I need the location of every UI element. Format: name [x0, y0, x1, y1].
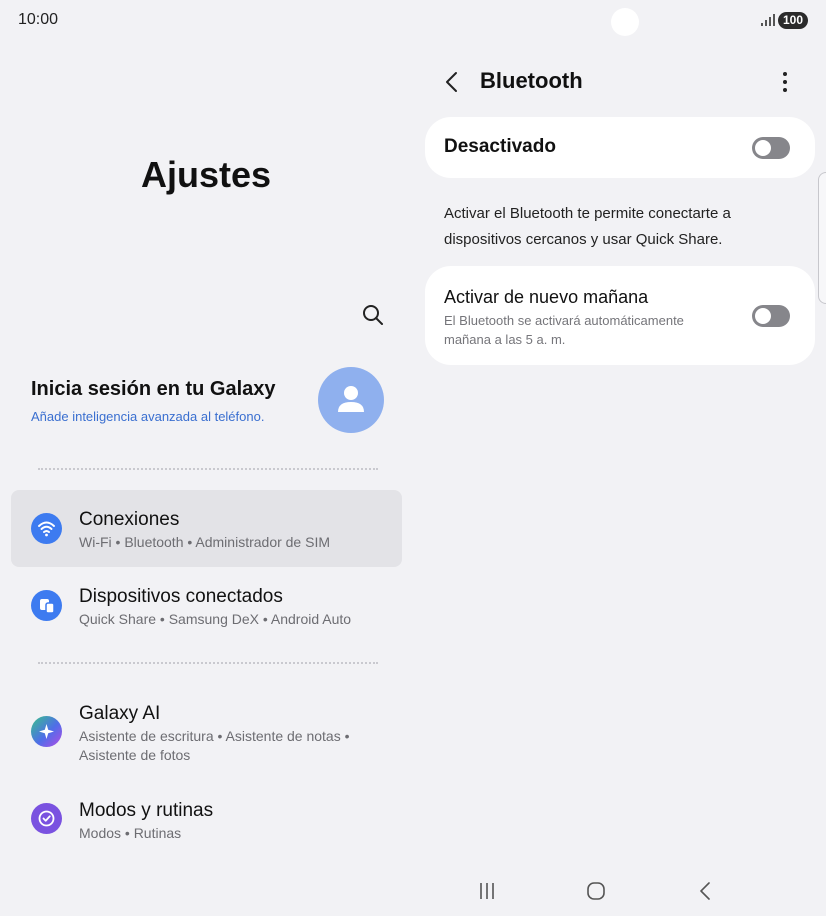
more-options-icon[interactable] — [772, 68, 798, 96]
bluetooth-status-label: Desactivado — [444, 136, 556, 157]
menu-item-title: Modos y rutinas — [79, 800, 214, 821]
search-icon[interactable] — [358, 300, 388, 330]
signal-icon — [761, 14, 775, 26]
edge-panel-handle[interactable] — [818, 172, 826, 304]
home-icon[interactable] — [582, 878, 610, 904]
menu-item-title: Conexiones — [79, 509, 180, 530]
devices-icon — [31, 590, 62, 621]
menu-item-subtitle: Wi-Fi • Bluetooth • Administrador de SIM — [79, 534, 331, 550]
menu-item-galaxy-ai[interactable]: Galaxy AI Asistente de escritura • Asist… — [11, 684, 402, 774]
account-title[interactable]: Inicia sesión en tu Galaxy — [31, 378, 276, 401]
menu-item-modes-routines[interactable]: Modos y rutinas Modos • Rutinas — [11, 782, 402, 852]
bluetooth-master-switch-card[interactable]: Desactivado — [425, 117, 815, 178]
bluetooth-toggle[interactable] — [752, 137, 790, 159]
divider — [38, 662, 378, 664]
account-subtitle: Añade inteligencia avanzada al teléfono. — [31, 409, 265, 424]
page-title: Ajustes — [140, 154, 272, 195]
recent-apps-icon[interactable] — [473, 878, 501, 904]
menu-item-subtitle: Modos • Rutinas — [79, 825, 182, 841]
reactivate-toggle[interactable] — [752, 305, 790, 327]
menu-item-title: Galaxy AI — [79, 703, 161, 724]
back-icon[interactable] — [438, 68, 466, 96]
bluetooth-title: Bluetooth — [480, 68, 583, 93]
toggle-knob — [755, 308, 771, 324]
divider — [38, 468, 378, 470]
menu-item-connected-devices[interactable]: Dispositivos conectados Quick Share • Sa… — [11, 568, 402, 643]
status-time: 10:00 — [18, 11, 59, 28]
reactivate-subtitle: El Bluetooth se activará automáticamente… — [444, 313, 684, 347]
avatar[interactable] — [318, 367, 384, 433]
screen: 10:00 100 Ajustes Inicia sesión en tu Ga… — [0, 0, 826, 916]
reactivate-tomorrow-card[interactable]: Activar de nuevo mañana El Bluetooth se … — [425, 266, 815, 365]
sparkle-icon — [31, 716, 62, 747]
reactivate-title: Activar de nuevo mañana — [444, 287, 649, 307]
bluetooth-description: Activar el Bluetooth te permite conectar… — [444, 205, 731, 248]
menu-item-subtitle: Asistente de escritura • Asistente de no… — [79, 728, 350, 763]
person-icon — [338, 386, 364, 412]
camera-cutout — [611, 8, 639, 36]
routine-icon — [31, 803, 62, 834]
toggle-knob — [755, 140, 771, 156]
menu-item-subtitle: Quick Share • Samsung DeX • Android Auto — [79, 611, 352, 627]
battery-badge: 100 — [778, 12, 809, 29]
menu-item-title: Dispositivos conectados — [79, 586, 283, 607]
menu-item-connections[interactable]: Conexiones Wi-Fi • Bluetooth • Administr… — [11, 490, 402, 567]
wifi-icon — [31, 513, 62, 544]
back-nav-icon[interactable] — [692, 878, 720, 904]
